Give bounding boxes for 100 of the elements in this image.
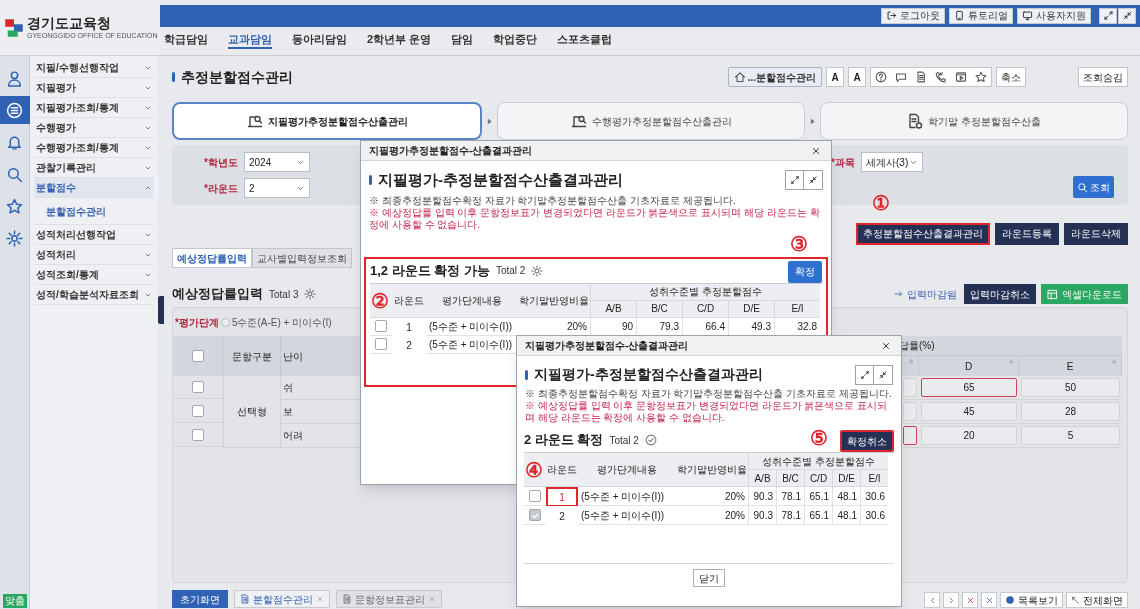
nav-tab[interactable]: 학급담임 [164,32,208,50]
page-tab[interactable]: 문항정보표관리 [336,590,442,608]
search-button[interactable]: 조회 [1073,176,1114,198]
sidebar-item[interactable]: 성적조회/통계 [34,265,154,285]
section-title: 예상정답률입력 [172,285,263,304]
nav-tab[interactable]: 담임 [451,32,474,50]
score-field[interactable]: 20 [921,426,1017,445]
step-card[interactable]: 수행평가추정분할점수산출관리 [497,102,805,140]
sidebar-item[interactable]: 성적처리 [34,245,154,265]
notice-text: ※ 최종추정분할점수확정 자료가 학기말추정분할점수산출 기초자료로 제공됩니다. [369,194,737,207]
action-button[interactable]: 라운드삭제 [1064,222,1128,245]
sidebar-item[interactable]: 지필평가조회/통계 [34,98,154,118]
home-tab[interactable]: 초기화면 [172,590,228,608]
score-field[interactable]: 28 [1021,402,1120,421]
play-icon [955,71,967,83]
checkbox[interactable] [529,509,541,521]
font-size-button[interactable]: A [848,67,866,87]
close-icon [811,145,821,156]
action-button[interactable]: 추정분할점수산출결과관리 [856,222,990,245]
header-cell: 평가단계내용 [426,283,518,318]
subject-select[interactable]: 세계사(3) [861,152,923,172]
breadcrumb-button[interactable]: ...분할점수관리 [727,67,822,87]
total-count: Total 2 [609,433,639,448]
table-cell: 쉬 [281,376,341,400]
nav-tab[interactable]: 스포츠클럽 [557,32,613,50]
score-field[interactable]: 5 [1021,426,1120,445]
document-icon [915,71,927,83]
page-tab[interactable]: 분할점수관리 [234,590,330,608]
rail-button[interactable] [0,96,30,124]
collapse-handle[interactable] [158,296,164,324]
logo-icon [4,17,24,38]
header-cell: 성취수준별 추정분할점수 [748,453,888,470]
column-header[interactable]: D [919,356,1019,376]
score-field[interactable]: 45 [921,402,1017,421]
hide-search-button[interactable]: 조회숨김 [1078,67,1128,87]
settings-icon [531,264,544,277]
checkbox[interactable] [191,350,204,362]
close-cancel-button[interactable]: 입력마감취소 [964,284,1036,304]
step-number-marker: ④ [525,460,543,480]
shrink-button[interactable] [1118,7,1136,24]
shrink-view-button[interactable]: 축소 [996,67,1026,87]
step-card[interactable]: 지필평가추정분할점수산출관리 [172,102,482,140]
checkbox[interactable] [375,338,387,350]
content-tab[interactable]: 교사별입력정보조회 [252,248,352,268]
fullscreen-button[interactable]: 전체화면 [1066,592,1128,608]
support-button[interactable]: 사용자지원 [1017,7,1091,24]
sidebar-item[interactable]: 성적처리선행작업 [34,225,154,245]
total-count: Total 3 [269,287,299,302]
checkbox[interactable] [192,381,204,393]
document-icon [240,594,250,604]
section-title: 2 라운드 확정 [524,431,604,450]
sidebar-item[interactable]: 지필평가 [34,78,154,98]
table-cell: 48.1 [832,506,860,525]
table-cell: 65.1 [804,487,832,506]
nav-tab[interactable]: 학업중단 [493,32,538,50]
shrink-icon [808,175,818,186]
content-tab[interactable]: 예상정답률입력 [172,248,252,268]
section-button[interactable]: 확정취소 [840,430,894,453]
field-label: *학년도 [204,155,238,170]
column-header[interactable]: E [1019,356,1122,376]
score-field[interactable] [903,426,917,445]
checkbox[interactable] [529,490,541,502]
section-button[interactable]: 확정 [788,260,822,283]
sidebar-item[interactable]: 수행평가 [34,118,154,138]
checkbox[interactable] [192,405,204,417]
sidebar-item[interactable]: 분할점수 [34,178,154,198]
nav-tab[interactable]: 2학년부 운영 [367,32,432,50]
sidebar-item[interactable]: 지필/수행선행작업 [34,58,154,78]
action-button[interactable]: 라운드등록 [995,222,1059,245]
person-icon [6,69,23,87]
radio-button[interactable] [220,317,230,327]
sidebar-item[interactable]: 성적/학습분석자료조회 [34,285,154,305]
checkbox[interactable] [192,429,204,441]
close-others-button[interactable] [981,592,997,608]
year-select[interactable]: 2024 [243,152,310,172]
document-icon [907,113,924,129]
logout-button[interactable]: 로그아웃 [881,7,945,24]
list-view-button[interactable]: 목록보기 [1000,592,1063,608]
field-label: *라운드 [204,181,238,196]
expand-button[interactable] [1099,7,1117,24]
nav-tab[interactable]: 교과담임 [228,32,272,50]
sidebar-subitem[interactable]: 분할점수관리 [34,198,154,225]
checkbox[interactable] [375,320,387,332]
radio-label: 5수준(A-E) + 미이수(I) [231,315,332,330]
nav-tab[interactable]: 동아리담임 [292,32,347,50]
step-card[interactable]: 학기말 추정분할점수산출 [820,102,1128,140]
document-icon [342,594,352,604]
round-select[interactable]: 2 [243,178,310,198]
font-size-button[interactable]: A [826,67,844,87]
table-cell: (5수준 + 미이수(I)) [578,506,676,525]
monitor-search-icon [246,113,263,129]
score-field[interactable]: 65 [921,378,1017,397]
header-cell: C/D [804,470,832,487]
close-dialog-button[interactable]: 닫기 [693,569,725,587]
tutorial-button[interactable]: 튜토리얼 [949,7,1013,24]
sidebar-item[interactable]: 수행평가조회/통계 [34,138,154,158]
score-field[interactable]: 50 [1021,378,1120,397]
table-cell: 선택형 [223,376,281,448]
x-mark-icon [965,595,975,605]
close-tabs-button[interactable] [962,592,978,608]
